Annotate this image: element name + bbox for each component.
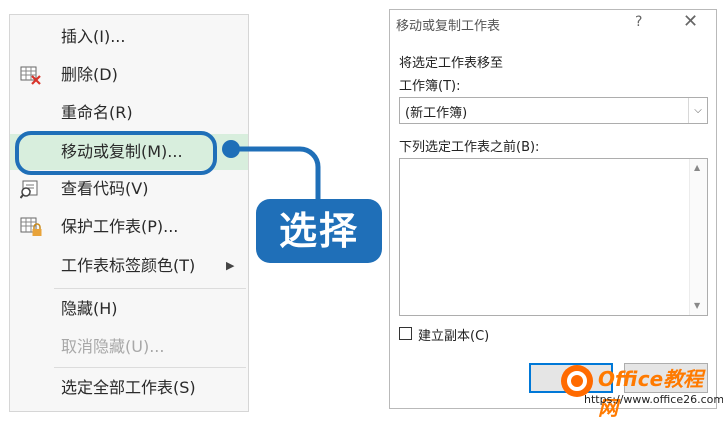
workbook-value: (新工作簿) — [405, 106, 468, 121]
scroll-up-icon[interactable]: ▲ — [694, 163, 700, 172]
help-button[interactable]: ? — [635, 14, 642, 30]
create-copy-label: 建立副本(C) — [418, 329, 490, 344]
sheet-list[interactable]: ▲ ▼ — [399, 158, 708, 316]
before-sheet-label: 下列选定工作表之前(B): — [399, 140, 540, 155]
move-to-label: 将选定工作表移至 — [399, 56, 504, 71]
watermark-url: https://www.office26.com — [584, 393, 723, 406]
move-or-copy-dialog: 移动或复制工作表 ? ✕ 将选定工作表移至 工作簿(T): (新工作簿) ⌵ 下… — [389, 9, 717, 409]
callout-label: 选择 — [256, 199, 382, 263]
dialog-title: 移动或复制工作表 — [396, 19, 501, 34]
watermark: Office教程网 https://www.office26.com — [560, 360, 723, 420]
workbook-label: 工作簿(T): — [399, 79, 461, 94]
workbook-dropdown[interactable]: (新工作簿) ⌵ — [399, 97, 708, 124]
close-button[interactable]: ✕ — [683, 11, 698, 32]
watermark-brand: Office教程网 — [598, 367, 704, 420]
list-scrollbar[interactable]: ▲ ▼ — [689, 159, 707, 315]
scroll-down-icon[interactable]: ▼ — [694, 301, 700, 310]
chevron-down-icon[interactable]: ⌵ — [688, 98, 707, 123]
create-copy-checkbox[interactable] — [399, 327, 412, 340]
